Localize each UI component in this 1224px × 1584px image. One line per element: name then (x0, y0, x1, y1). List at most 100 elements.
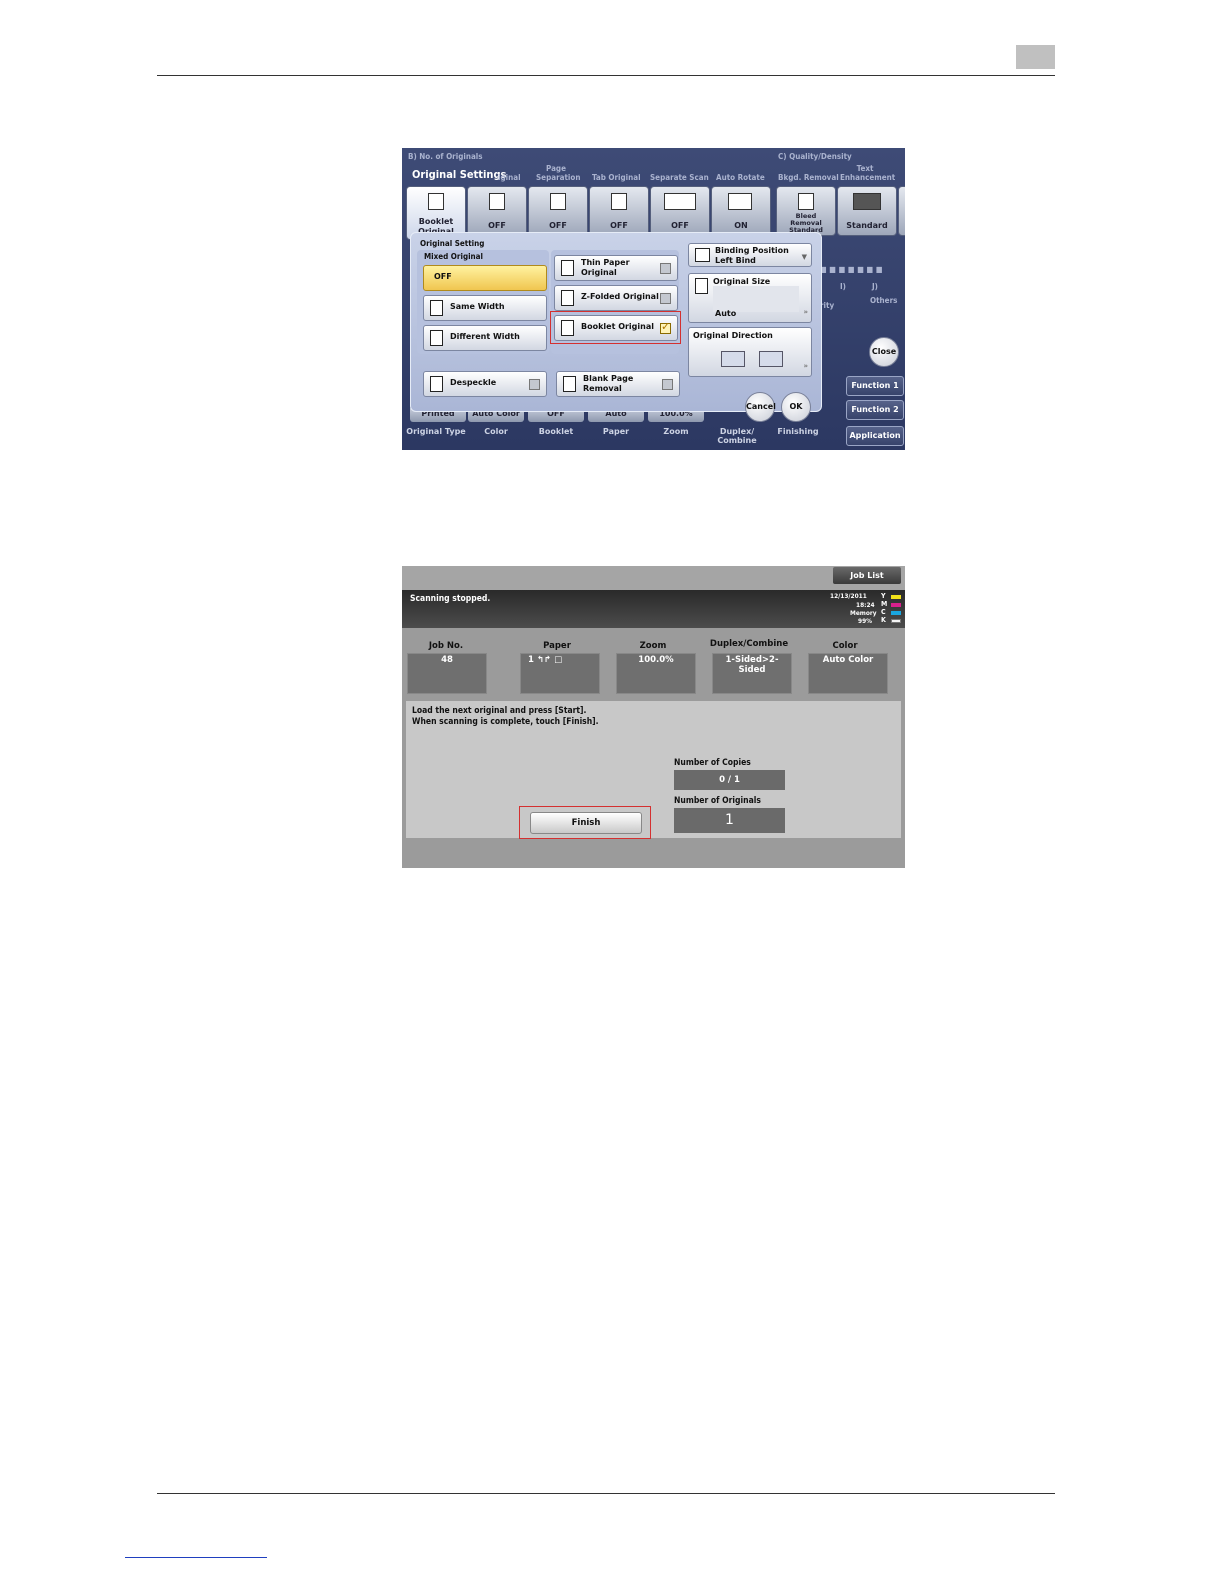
original-size-title: Original Size (713, 277, 771, 286)
function-2-button[interactable]: Function 2 (846, 400, 904, 420)
mixed-option-different-width[interactable]: Different Width (423, 325, 547, 351)
tab-more[interactable] (898, 186, 905, 236)
blank-page-removal-option[interactable]: Blank Page Removal (556, 371, 680, 397)
paper-field: 1 ↰↱ □ (520, 653, 600, 694)
color-field: Auto Color (808, 653, 888, 694)
caption-booklet: Booklet (538, 427, 574, 436)
tab-mixed-original[interactable]: OFF (467, 186, 527, 236)
time-text: 18:24 (856, 601, 875, 609)
tab-label: OFF (488, 221, 506, 230)
zoom-value: 100.0% (638, 655, 674, 665)
binding-position-select[interactable]: Binding Position Left Bind ▼ (688, 243, 812, 267)
job-no-value: 48 (441, 655, 453, 665)
blank-page-icon (563, 376, 576, 392)
same-width-icon (430, 300, 443, 316)
application-button[interactable]: Application (846, 426, 904, 446)
highlight-box (519, 806, 651, 839)
original-direction-button[interactable]: Original Direction » (688, 327, 812, 377)
memory-value: 99% (858, 617, 872, 625)
message-line-2: When scanning is complete, touch [Finish… (412, 717, 599, 727)
original-size-value: Auto (715, 309, 737, 318)
color-value: Auto Color (822, 655, 874, 665)
toner-m-label: M (881, 600, 888, 608)
originals-label: Number of Originals (674, 796, 761, 806)
background-removal-icon (798, 193, 814, 210)
option-label: Z-Folded Original (581, 292, 659, 301)
footer-link-underline[interactable] (125, 1557, 267, 1558)
toner-y-icon (891, 595, 901, 599)
duplex-combine-field: 1-Sided>2-Sided (712, 653, 792, 694)
original-setting-dialog: Original Setting Mixed Original OFF Same… (410, 232, 822, 422)
z-folded-checkbox[interactable] (660, 293, 671, 304)
zoom-field: 100.0% (616, 653, 696, 694)
option-label: Different Width (450, 332, 520, 341)
thin-paper-checkbox[interactable] (660, 263, 671, 274)
tab-header-mixed: iginal (498, 173, 521, 182)
tab-label: Standard (846, 221, 888, 230)
mixed-option-off[interactable]: OFF (423, 265, 547, 291)
date-text: 12/13/2011 (830, 592, 867, 600)
function-1-button[interactable]: Function 1 (846, 376, 904, 396)
thin-paper-original-option[interactable]: Thin Paper Original (554, 255, 678, 281)
original-direction-title: Original Direction (693, 331, 773, 340)
duplex-combine-label: Duplex/Combine (709, 639, 789, 649)
job-no-label: Job No. (428, 641, 464, 651)
despeckle-option[interactable]: Despeckle (423, 371, 547, 397)
tab-header-text-enhancement: Text Enhancement (840, 164, 896, 182)
toner-k-icon (891, 619, 901, 623)
separate-scan-icon (664, 193, 696, 210)
tab-bkgd-removal[interactable]: Bleed Removal Standard (776, 186, 836, 236)
tab-header-page-separation: Page Separation (536, 164, 581, 182)
label-others: Others (870, 296, 898, 305)
caption-duplex-combine: Duplex/ Combine (717, 427, 757, 445)
despeckle-checkbox[interactable] (529, 379, 540, 390)
toner-c-icon (891, 611, 901, 615)
ok-button[interactable]: OK (781, 392, 811, 422)
paper-size-icon (695, 278, 708, 294)
top-strip (402, 566, 905, 590)
copies-label: Number of Copies (674, 758, 751, 768)
mixed-option-same-width[interactable]: Same Width (423, 295, 547, 321)
highlight-box (550, 311, 681, 344)
memory-label: Memory (850, 609, 877, 617)
different-width-icon (430, 330, 443, 346)
row-chips: ■ ■ ■ ■ ■ ■ ■ (820, 265, 883, 274)
blank-page-checkbox[interactable] (662, 379, 673, 390)
binding-icon (695, 248, 710, 262)
option-label: OFF (434, 272, 452, 281)
section-c-label: C) Quality/Density (778, 152, 852, 161)
tab-text-enhancement[interactable]: Standard (837, 186, 897, 236)
z-folded-original-option[interactable]: Z-Folded Original (554, 285, 678, 311)
job-list-button[interactable]: Job List (833, 567, 901, 584)
tab-tab-original[interactable]: OFF (589, 186, 649, 236)
section-b-label: B) No. of Originals (408, 152, 483, 161)
toner-k-label: K (881, 616, 886, 624)
option-label: Blank Page Removal (583, 374, 634, 393)
tab-page-separation[interactable]: OFF (528, 186, 588, 236)
despeckle-icon (430, 376, 443, 392)
tab-header-separate-scan: Separate Scan (650, 173, 709, 182)
thin-paper-icon (561, 260, 574, 276)
tab-label: Bleed Removal Standard (789, 212, 823, 234)
label-j: J) (872, 282, 878, 291)
z-folded-icon (561, 290, 574, 306)
toner-m-icon (891, 603, 901, 607)
original-size-button[interactable]: Original Size Auto » (688, 273, 812, 323)
paper-label: Paper (543, 641, 571, 651)
chapter-marker (1016, 45, 1055, 69)
cancel-button[interactable]: Cancel (745, 392, 776, 422)
option-label: Same Width (450, 302, 505, 311)
double-chevron-right-icon: » (803, 308, 808, 316)
direction-left-icon (721, 351, 745, 367)
status-message: Scanning stopped. (410, 594, 491, 604)
header-rule (157, 75, 1055, 76)
tab-label: OFF (549, 221, 567, 230)
scan-stopped-screenshot: Job List Scanning stopped. 12/13/2011 18… (402, 566, 905, 868)
message-line-1: Load the next original and press [Start]… (412, 706, 587, 716)
close-button[interactable]: Close (869, 337, 899, 367)
tab-header-tab-original: Tab Original (592, 173, 641, 182)
tab-auto-rotate[interactable]: ON (711, 186, 771, 236)
dialog-title: Original Settings (412, 168, 507, 181)
tab-separate-scan[interactable]: OFF (650, 186, 710, 236)
tab-label: OFF (610, 221, 628, 230)
